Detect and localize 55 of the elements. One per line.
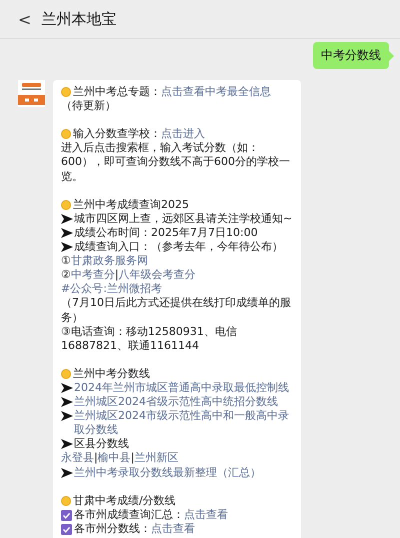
bullet-icon bbox=[61, 368, 71, 379]
arrowhead-icon bbox=[61, 214, 73, 224]
link[interactable]: 点击查看 bbox=[184, 508, 228, 521]
message-text: 成绩查询入口：（参考去年，今年待公布） bbox=[74, 240, 284, 254]
bullet-icon bbox=[61, 496, 71, 506]
message-text: ② bbox=[61, 268, 71, 282]
bullet-icon bbox=[61, 129, 71, 140]
arrowhead-icon bbox=[61, 411, 73, 422]
back-button[interactable]: < bbox=[18, 10, 32, 28]
arrowhead-icon bbox=[61, 228, 73, 238]
checkbox-icon bbox=[61, 510, 72, 521]
message-text: | bbox=[130, 451, 134, 464]
link[interactable]: 2024年兰州市城区普通高中录取最低控制线 bbox=[74, 380, 295, 396]
message-text: 兰州中考总专题： bbox=[73, 85, 161, 98]
link[interactable]: 甘肃政务服务网 bbox=[70, 254, 148, 268]
arrowhead-icon bbox=[61, 397, 73, 408]
link[interactable]: 中考查分 bbox=[70, 268, 115, 282]
avatar-icon bbox=[18, 80, 45, 107]
arrowhead-icon bbox=[61, 382, 73, 393]
message-text: 各市州成绩查询汇总： bbox=[74, 508, 184, 521]
arrowhead-icon bbox=[61, 468, 73, 478]
message-text: 进入后点击搜索框，输入考试分数（如：600），即可查询分数线不高于600分的学校一览。 bbox=[61, 141, 291, 184]
link[interactable]: 兰州新区 bbox=[134, 451, 178, 464]
link[interactable]: 永登县 bbox=[61, 451, 94, 464]
message-text: 甘肃中考成绩/分数线 bbox=[73, 494, 177, 508]
message-text: | bbox=[94, 451, 98, 464]
message-text: ③电话查询：移动12580931、电信16887821、联通1161144 bbox=[61, 324, 238, 353]
message-text: 区县分数线 bbox=[74, 437, 130, 452]
message-text: 兰州中考成绩查询2025 bbox=[73, 198, 190, 212]
sent-message: 中考分数线 bbox=[313, 42, 389, 69]
bullet-icon bbox=[61, 200, 71, 210]
link[interactable]: 兰州城区2024省级示范性高中统招分数线 bbox=[74, 395, 295, 410]
link[interactable]: 兰州中考录取分数线最新整理（汇总） bbox=[74, 466, 295, 480]
message-text: | bbox=[114, 268, 119, 282]
bullet-icon bbox=[61, 87, 71, 97]
link[interactable]: 兰州城区2024市级示范性高中和一般高中录取分数线 bbox=[74, 409, 295, 438]
message-text: 城市四区网上查，远郊区县请关注学校通知~ bbox=[74, 212, 294, 226]
link[interactable]: 点击查看中考最全信息 bbox=[161, 85, 271, 98]
message-text: 各市州分数线： bbox=[74, 522, 151, 535]
link[interactable]: 八年级会考查分 bbox=[118, 268, 196, 282]
arrowhead-icon bbox=[61, 439, 73, 450]
chat-title: 兰州本地宝 bbox=[41, 10, 116, 28]
bubble-tail bbox=[389, 51, 394, 61]
message-text: 输入分数查学校： bbox=[73, 127, 161, 140]
link[interactable]: 榆中县 bbox=[98, 451, 131, 464]
arrowhead-icon bbox=[61, 242, 73, 252]
message-text: 兰州中考分数线 bbox=[73, 366, 151, 381]
link[interactable]: 点击进入 bbox=[161, 127, 205, 140]
message-text: （待更新） bbox=[61, 99, 117, 114]
link[interactable]: #公众号:兰州微招考 bbox=[61, 282, 295, 296]
checkbox-icon bbox=[61, 524, 72, 535]
message-text: （7月10日后此方式还提供在线打印成绩单的服务） bbox=[61, 296, 292, 325]
link[interactable]: 点击查看 bbox=[151, 522, 195, 535]
message-text: 成绩公布时间：2025年7月7日10:00 bbox=[74, 226, 259, 240]
message-text: ① bbox=[61, 254, 71, 268]
